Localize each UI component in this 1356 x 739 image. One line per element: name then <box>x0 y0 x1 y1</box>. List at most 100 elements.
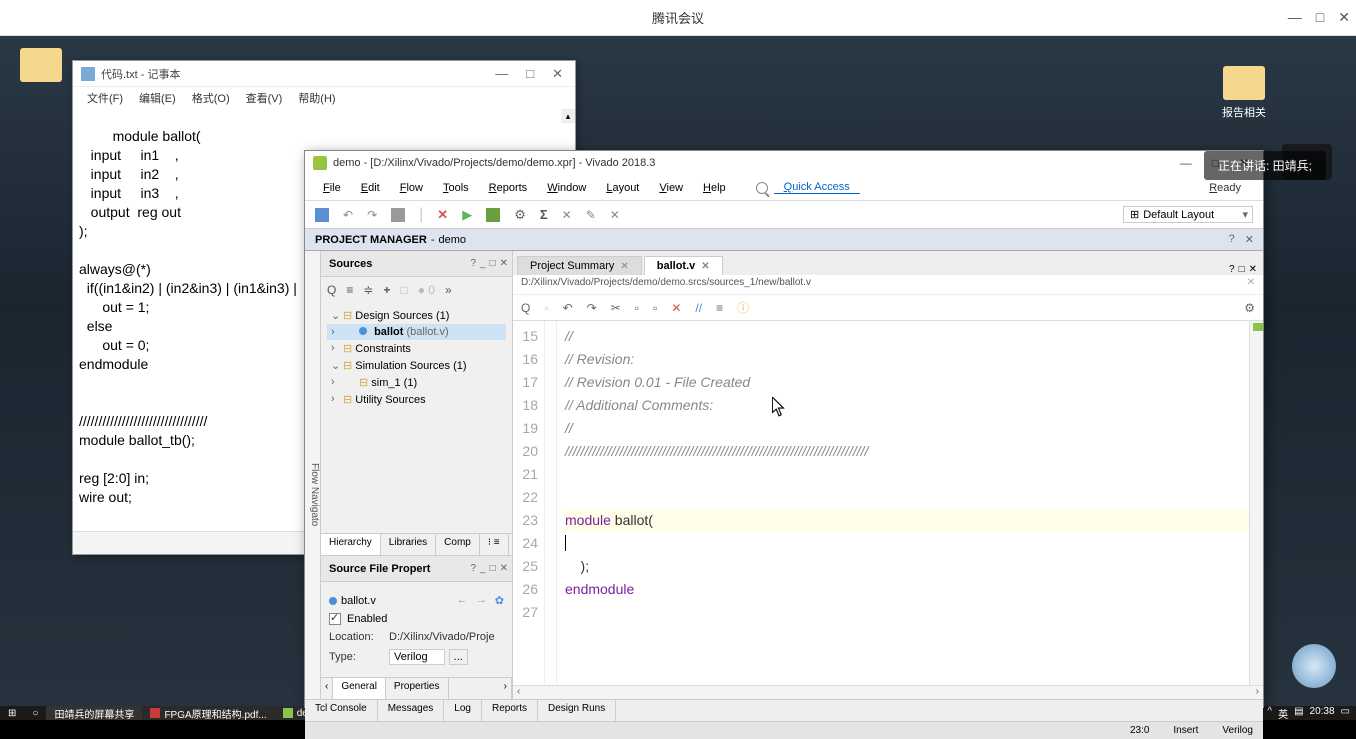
checkpoint-button[interactable] <box>391 208 405 222</box>
undo-button[interactable]: ↶ <box>343 208 353 222</box>
scroll-right[interactable]: › <box>500 678 512 699</box>
close-icon[interactable]: ✕ <box>500 563 508 574</box>
minimize-button[interactable]: — <box>491 66 512 82</box>
tab-more[interactable]: ⁝ ≡ <box>480 534 509 555</box>
minimize-button[interactable]: — <box>1288 9 1302 26</box>
menu-flow[interactable]: Flow <box>390 182 433 194</box>
toolbar-opt[interactable]: □ <box>400 283 407 297</box>
tab-properties[interactable]: Properties <box>386 678 449 699</box>
tab-ballot[interactable]: ballot.v✕ <box>644 256 723 275</box>
tab-reports[interactable]: Reports <box>482 700 538 721</box>
tab-project-summary[interactable]: Project Summary✕ <box>517 256 642 275</box>
sim1-node[interactable]: ⊟ sim_1 (1) <box>327 374 506 391</box>
tray-notifications[interactable]: ▭ <box>1341 706 1350 721</box>
help-icon[interactable]: ? <box>470 563 476 574</box>
tray-lang[interactable]: 英 <box>1278 706 1288 721</box>
menu-view[interactable]: View <box>649 182 693 194</box>
comment-icon[interactable]: // <box>695 301 702 315</box>
minimap-scrollbar[interactable] <box>1249 321 1263 685</box>
layout-dropdown[interactable]: ⊞ Default Layout <box>1123 206 1253 223</box>
menu-file[interactable]: File <box>313 182 351 194</box>
search-icon[interactable]: Q <box>521 301 530 315</box>
system-tray[interactable]: ^ 英 ▤ 20:38 ▭ <box>1267 706 1356 721</box>
tab-design-runs[interactable]: Design Runs <box>538 700 616 721</box>
menu-window[interactable]: Window <box>537 182 596 194</box>
utility-sources-node[interactable]: ⊟ Utility Sources <box>327 391 506 408</box>
maximize-icon[interactable]: □ <box>490 258 496 269</box>
minimize-icon[interactable]: _ <box>480 563 486 574</box>
close-subtab-icon[interactable]: ✕ <box>1247 277 1255 288</box>
menu-file[interactable]: 文件(F) <box>81 90 129 106</box>
search-icon[interactable]: Q <box>327 283 336 297</box>
participant-avatar[interactable] <box>1292 644 1336 688</box>
toolbar-btn-2[interactable]: ✎ <box>586 208 596 222</box>
constraints-node[interactable]: ⊟ Constraints <box>327 340 506 357</box>
type-browse-button[interactable]: ... <box>449 649 468 665</box>
help-button[interactable]: ? <box>1226 233 1238 246</box>
next-button[interactable]: → <box>476 594 487 607</box>
menu-tools[interactable]: Tools <box>433 182 479 194</box>
scroll-right-icon[interactable]: › <box>1256 686 1259 699</box>
toolbar-btn-1[interactable]: ✕ <box>562 208 572 222</box>
save-button[interactable] <box>315 208 329 222</box>
close-icon[interactable]: ✕ <box>1249 264 1257 275</box>
toolbar-btn-3[interactable]: ✕ <box>610 208 620 222</box>
undo-icon[interactable]: ↶ <box>563 301 573 315</box>
more-icon[interactable]: » <box>445 283 452 297</box>
sources-tree[interactable]: ⊟ Design Sources (1) ballot (ballot.v) ⊟… <box>321 303 512 533</box>
vivado-titlebar[interactable]: demo - [D:/Xilinx/Vivado/Projects/demo/d… <box>305 151 1263 175</box>
help-icon[interactable]: ? <box>1229 264 1235 275</box>
paste-icon[interactable]: ▫ <box>653 301 657 315</box>
redo-icon[interactable]: ↷ <box>587 301 597 315</box>
menu-edit[interactable]: 编辑(E) <box>133 90 182 106</box>
menu-edit[interactable]: Edit <box>351 182 390 194</box>
menu-layout[interactable]: Layout <box>596 182 649 194</box>
horizontal-scrollbar[interactable]: ‹ › <box>513 685 1263 699</box>
step-button[interactable] <box>486 208 500 222</box>
maximize-button[interactable]: □ <box>1316 9 1324 26</box>
search-button[interactable]: ○ <box>24 706 46 720</box>
save-icon[interactable]: ▫ <box>544 301 548 315</box>
help-icon[interactable]: ? <box>470 258 476 269</box>
code-content[interactable]: // // Revision: // Revision 0.01 - File … <box>557 321 1263 685</box>
minimize-icon[interactable]: _ <box>480 258 486 269</box>
taskbar-pdf[interactable]: FPGA原理和结构.pdf... <box>142 706 274 720</box>
copy-icon[interactable]: ▫ <box>635 301 639 315</box>
tray-chevron[interactable]: ^ <box>1267 706 1272 721</box>
tab-messages[interactable]: Messages <box>378 700 445 721</box>
type-select[interactable]: Verilog <box>389 649 445 665</box>
maximize-icon[interactable]: □ <box>1239 264 1245 275</box>
taskbar-sharing[interactable]: 田靖兵的屏幕共享 <box>46 706 142 720</box>
tab-log[interactable]: Log <box>444 700 482 721</box>
fold-gutter[interactable] <box>545 321 557 685</box>
design-sources-node[interactable]: ⊟ Design Sources (1) <box>327 307 506 324</box>
delete-icon[interactable]: ✕ <box>671 301 681 315</box>
scroll-left-icon[interactable]: ‹ <box>517 686 520 699</box>
notepad-titlebar[interactable]: 代码.txt - 记事本 — □ ✕ <box>73 61 575 87</box>
tray-time[interactable]: 20:38 <box>1310 706 1335 721</box>
collapse-icon[interactable]: ≡ <box>346 283 353 297</box>
close-icon[interactable]: ✕ <box>701 261 709 272</box>
run-button[interactable]: ▶ <box>462 207 472 223</box>
code-editor[interactable]: 15161718192021222324252627 // // Revisio… <box>513 321 1263 685</box>
ballot-file-node[interactable]: ballot (ballot.v) <box>327 324 506 340</box>
maximize-icon[interactable]: □ <box>490 563 496 574</box>
expand-icon[interactable]: ≑ <box>363 283 373 297</box>
desktop-folder-1[interactable] <box>20 48 62 86</box>
prev-button[interactable]: ← <box>457 594 468 607</box>
tab-general[interactable]: General <box>333 678 386 699</box>
start-button[interactable]: ⊞ <box>0 706 24 720</box>
tab-libraries[interactable]: Libraries <box>381 534 436 555</box>
enabled-checkbox[interactable] <box>329 613 341 625</box>
desktop-folder-2[interactable]: 报告相关 <box>1222 66 1266 120</box>
cancel-button[interactable]: ✕ <box>437 207 448 223</box>
minimize-button[interactable]: — <box>1174 156 1198 170</box>
redo-button[interactable]: ↷ <box>367 208 377 222</box>
tab-tcl[interactable]: Tcl Console <box>305 700 378 721</box>
indent-icon[interactable]: ≡ <box>716 301 723 315</box>
tray-network-icon[interactable]: ▤ <box>1294 706 1303 721</box>
close-panel-button[interactable]: ✕ <box>1242 233 1257 246</box>
add-button[interactable]: + <box>383 283 390 297</box>
info-icon[interactable]: ⓘ <box>737 299 749 316</box>
menu-reports[interactable]: Reports <box>479 182 538 194</box>
